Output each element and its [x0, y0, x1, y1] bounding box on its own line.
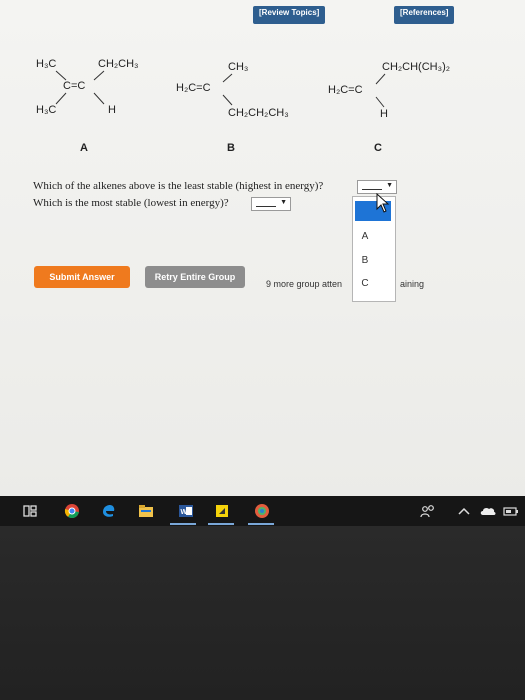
chrome-icon[interactable]: [64, 503, 80, 519]
molecule-a-top-left: H₃C: [36, 58, 56, 70]
dropdown-option-c[interactable]: C: [353, 278, 377, 289]
question-most-stable: Which is the most stable (lowest in ener…: [33, 197, 229, 209]
submit-answer-button[interactable]: Submit Answer: [34, 266, 130, 288]
sticky-notes-icon[interactable]: [214, 503, 230, 519]
mouse-cursor-icon: [376, 193, 390, 213]
label-c: C: [374, 142, 382, 154]
chevron-up-icon[interactable]: [456, 503, 472, 519]
active-app-indicator: [208, 523, 234, 525]
label-a: A: [80, 142, 88, 154]
bond-line: [55, 92, 67, 105]
molecule-a-double-bond: C=C: [63, 80, 85, 92]
edge-icon[interactable]: [100, 503, 116, 519]
references-link[interactable]: [References]: [394, 6, 455, 24]
molecule-a-bottom-right: H: [108, 104, 116, 116]
laptop-bezel: [0, 526, 525, 700]
alkene-structures: H₃C CH₂CH₃ C=C H₃C H CH₃ H₂C=C CH₂CH₂CH₃…: [36, 58, 450, 120]
molecule-b-bottom: CH₂CH₂CH₃: [228, 107, 289, 119]
review-topics-link[interactable]: [Review Topics]: [253, 6, 326, 24]
attempts-remaining-text: 9 more group atten: [266, 279, 343, 289]
least-stable-select[interactable]: ▼: [357, 180, 397, 194]
dropdown-arrow-icon: ▼: [386, 182, 393, 189]
task-view-icon[interactable]: [22, 503, 38, 519]
active-app-indicator: [248, 523, 274, 525]
svg-text:W: W: [181, 509, 188, 516]
attempts-remaining-suffix: aining: [400, 279, 425, 289]
molecule-c-bottom: H: [380, 108, 388, 120]
select-blank-line: [256, 206, 276, 207]
app-icon[interactable]: [254, 503, 270, 519]
molecule-b: CH₃ H₂C=C CH₂CH₂CH₃: [176, 61, 289, 119]
molecule-c: CH₂CH(CH₃)₂ H₂C=C H: [328, 61, 450, 120]
retry-group-button[interactable]: Retry Entire Group: [145, 266, 245, 288]
select-blank-line: [362, 189, 382, 190]
bond-line: [375, 73, 386, 85]
molecule-c-double-bond: H₂C=C: [328, 84, 363, 96]
molecule-a-bottom-left: H₃C: [36, 104, 56, 116]
bond-line: [222, 94, 233, 106]
browser-content: [Review Topics] [References] H₃C CH₂CH₃ …: [0, 0, 525, 500]
label-b: B: [227, 142, 235, 154]
bond-line: [222, 73, 233, 83]
question-least-stable: Which of the alkenes above is the least …: [33, 180, 324, 192]
bond-line: [93, 70, 105, 81]
dropdown-arrow-icon: ▼: [280, 199, 287, 206]
bond-line: [93, 92, 105, 105]
word-icon[interactable]: W: [178, 503, 194, 519]
most-stable-select[interactable]: ▼: [251, 197, 291, 211]
molecule-b-double-bond: H₂C=C: [176, 82, 211, 94]
dropdown-option-b[interactable]: B: [353, 255, 377, 266]
active-app-indicator: [170, 523, 196, 525]
file-explorer-icon[interactable]: [138, 503, 154, 519]
bond-line: [375, 96, 385, 108]
dropdown-option-a[interactable]: A: [353, 231, 377, 242]
bond-line: [55, 70, 67, 81]
people-icon[interactable]: [420, 503, 436, 519]
molecule-a-top-right: CH₂CH₃: [98, 58, 139, 70]
battery-icon[interactable]: [503, 503, 519, 519]
windows-taskbar: W: [0, 496, 525, 526]
onedrive-icon[interactable]: [480, 503, 496, 519]
molecule-b-top: CH₃: [228, 61, 248, 73]
molecule-a: H₃C CH₂CH₃ C=C H₃C H: [36, 58, 139, 116]
molecule-c-top: CH₂CH(CH₃)₂: [382, 61, 450, 73]
